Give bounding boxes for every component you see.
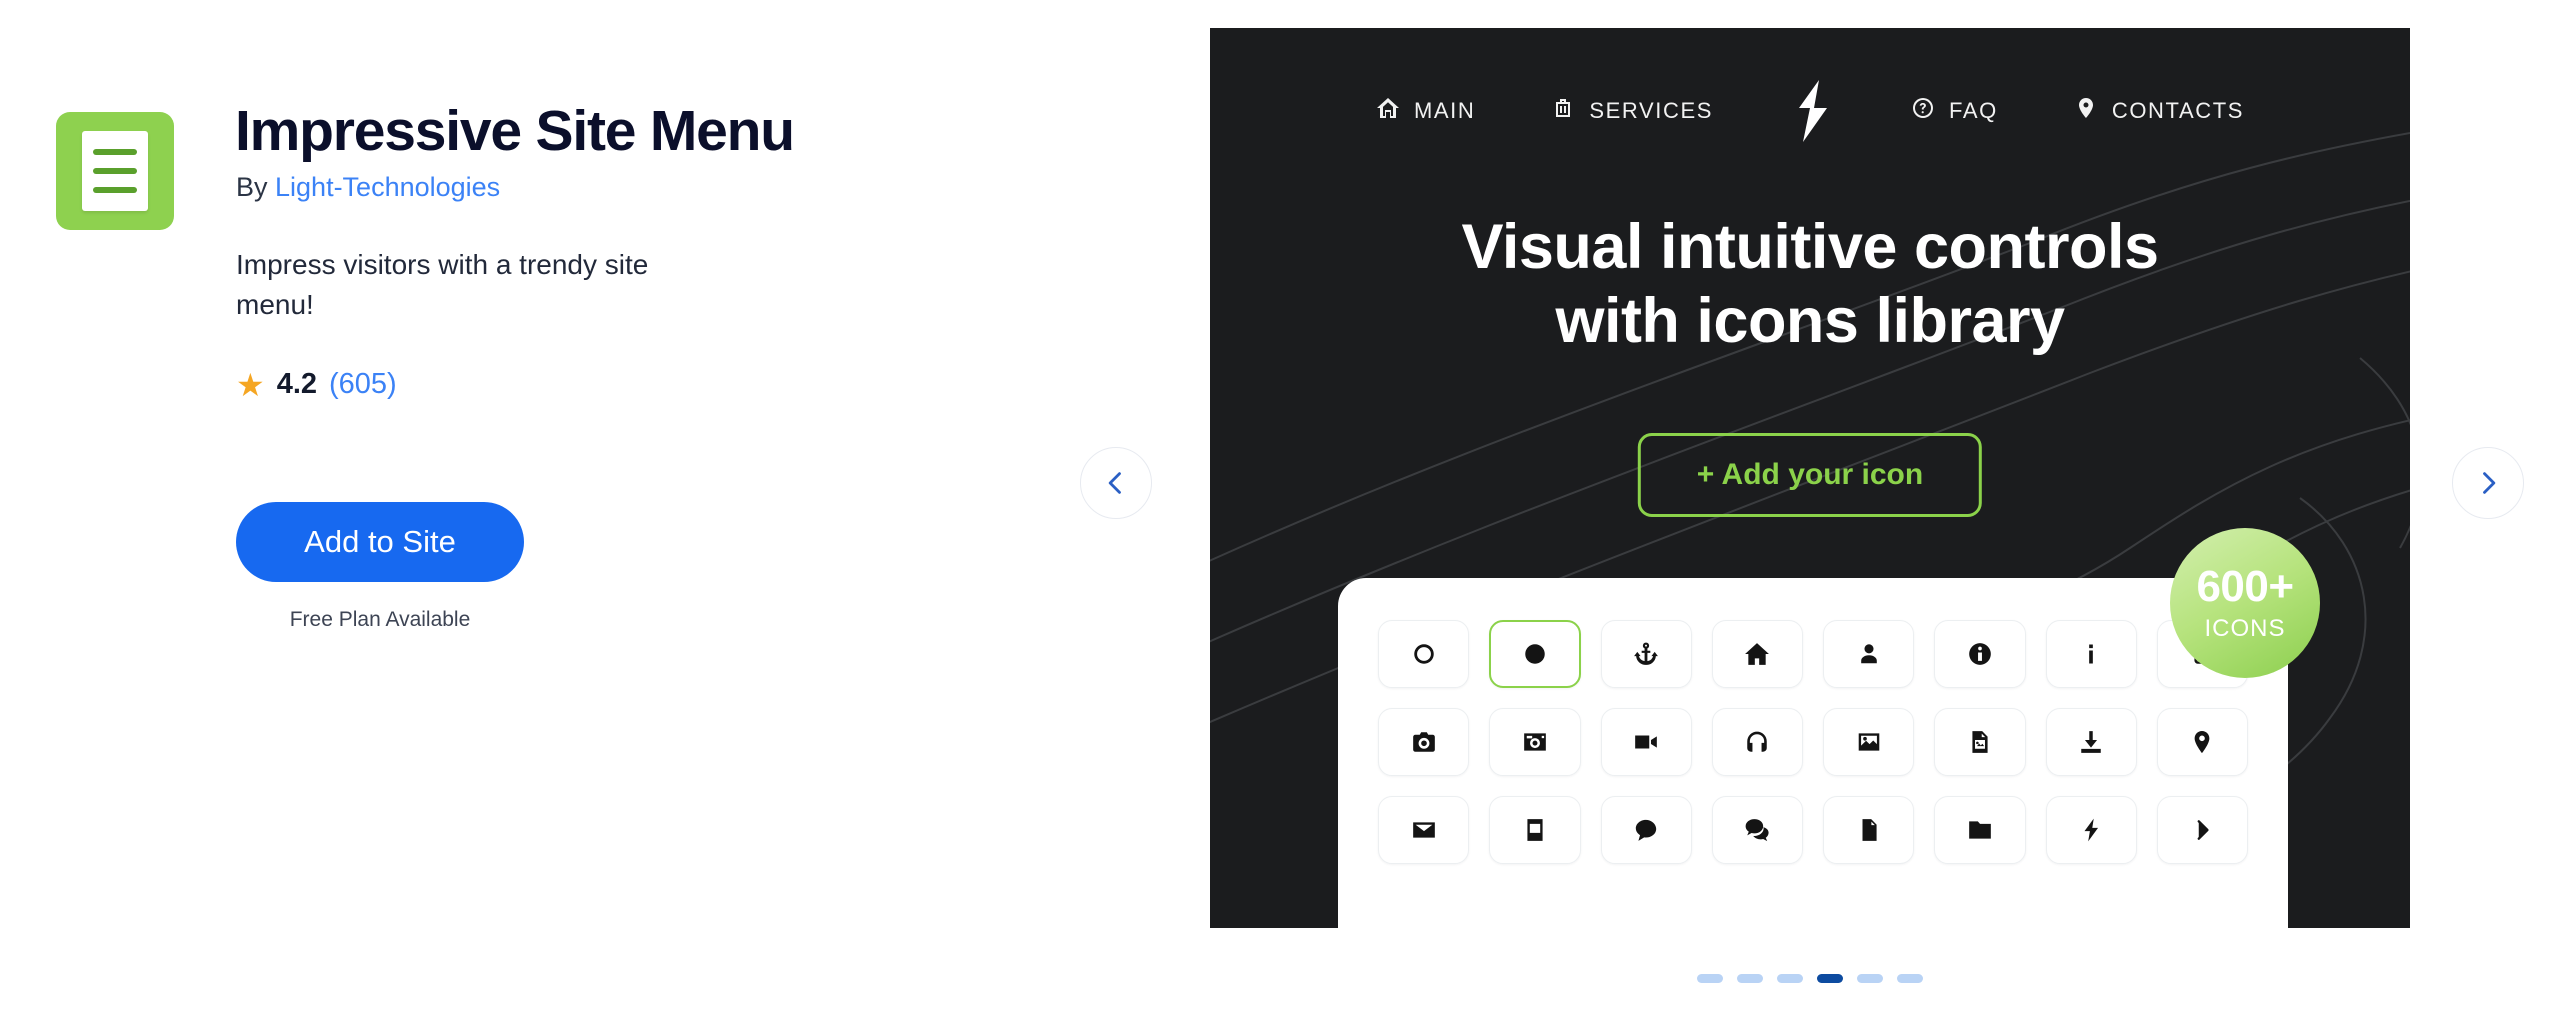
icon-grid	[1378, 620, 2248, 864]
image-file-icon	[1972, 731, 1988, 753]
home-icon	[1376, 96, 1400, 126]
chevron-left-icon	[1108, 472, 1121, 494]
icon-cell-comment-icon[interactable]	[1600, 796, 1692, 864]
carousel-pagination	[1210, 974, 2410, 983]
icon-library-panel	[1338, 578, 2288, 928]
icon-cell-info-letter-icon[interactable]	[2045, 620, 2137, 688]
icons-count-label: ICONS	[2204, 615, 2286, 642]
user-icon	[1860, 644, 1877, 664]
carousel-dot-6[interactable]	[1897, 974, 1923, 983]
info-circle-icon	[1969, 643, 1991, 665]
icon-cell-file-icon[interactable]	[1823, 796, 1915, 864]
icon-cell-download-icon[interactable]	[2045, 708, 2137, 776]
download-icon	[2081, 731, 2101, 753]
headphones-icon	[1747, 731, 1768, 752]
bolt-icon	[2084, 818, 2099, 842]
icon-cell-image-icon[interactable]	[1823, 708, 1915, 776]
promo-nav-label: CONTACTS	[2111, 98, 2245, 123]
camera-icon	[1412, 732, 1435, 752]
icon-cell-anchor-icon[interactable]	[1600, 620, 1692, 688]
star-icon: ★	[236, 366, 265, 403]
add-to-site-button[interactable]: Add to Site	[236, 502, 524, 582]
by-label: By	[236, 172, 276, 202]
icon-cell-camera-retro-icon[interactable]	[1489, 708, 1581, 776]
chevron-right-icon	[2483, 472, 2496, 494]
comment-icon	[1635, 819, 1657, 841]
file-icon	[1862, 819, 1877, 841]
promo-slide[interactable]: MAIN SERVICES FAQ CONTACTS Visual intuit…	[1210, 28, 2410, 928]
app-info-panel: Impressive Site Menu By Light-Technologi…	[0, 0, 1180, 1025]
carousel-dot-4[interactable]	[1817, 974, 1843, 983]
carousel-dot-5[interactable]	[1857, 974, 1883, 983]
rating-score: 4.2	[276, 368, 318, 400]
camera-retro-icon	[1524, 733, 1546, 751]
comments-icon	[1746, 819, 1769, 842]
question-circle-icon	[1911, 96, 1935, 126]
promo-nav-item-faq[interactable]: FAQ	[1911, 96, 1998, 126]
map-pin-icon	[2074, 96, 2098, 126]
vendor-link[interactable]: Light-Technologies	[275, 172, 500, 202]
icons-count-value: 600+	[2196, 562, 2294, 611]
carousel-dot-1[interactable]	[1697, 974, 1723, 983]
icon-cell-user-icon[interactable]	[1823, 620, 1915, 688]
app-byline: By Light-Technologies	[236, 172, 500, 203]
rating-row: ★ 4.2 (605)	[236, 368, 397, 401]
carousel-dot-2[interactable]	[1737, 974, 1763, 983]
reviews-count-link[interactable]: (605)	[329, 368, 397, 401]
icon-cell-bolt-icon[interactable]	[2045, 796, 2137, 864]
carousel-prev-button[interactable]	[1080, 447, 1152, 519]
promo-nav-label: SERVICES	[1589, 98, 1714, 123]
icon-cell-headphones-icon[interactable]	[1711, 708, 1803, 776]
icon-cell-camera-icon[interactable]	[1378, 708, 1470, 776]
promo-nav-item-main[interactable]: MAIN	[1376, 96, 1475, 126]
icon-cell-info-circle-icon[interactable]	[1934, 620, 2026, 688]
free-plan-note: Free Plan Available	[289, 608, 471, 631]
anchor-icon	[1634, 642, 1659, 665]
folder-icon	[1969, 821, 1991, 839]
promo-headline: Visual intuitive controls with icons lib…	[1210, 210, 2410, 359]
app-listing-page: Impressive Site Menu By Light-Technologi…	[0, 0, 2560, 1025]
app-description: Impress visitors with a trendy site menu…	[236, 249, 649, 320]
carousel-dot-3[interactable]	[1777, 974, 1803, 983]
image-icon	[1858, 733, 1879, 751]
video-camera-icon	[1635, 735, 1657, 749]
map-marker-icon	[2195, 730, 2210, 754]
envelope-icon	[1412, 822, 1435, 838]
chevron-right-icon	[2197, 820, 2209, 840]
promo-headline-line1: Visual intuitive controls	[1461, 212, 2160, 282]
briefcase-icon	[1551, 96, 1575, 126]
icon-cell-comments-icon[interactable]	[1711, 796, 1803, 864]
icon-cell-circle-filled-icon[interactable]	[1489, 620, 1581, 688]
add-your-icon-button[interactable]: + Add your icon	[1637, 433, 1983, 517]
circle-filled-icon	[1525, 644, 1545, 664]
icon-cell-circle-outline-icon[interactable]	[1378, 620, 1470, 688]
info-letter-icon	[2089, 644, 2093, 664]
icon-cell-video-camera-icon[interactable]	[1600, 708, 1692, 776]
bolt-logo-icon[interactable]	[1789, 80, 1835, 142]
promo-headline-line2: with icons library	[1555, 286, 2065, 357]
carousel-next-button[interactable]	[2452, 447, 2524, 519]
circle-outline-icon	[1413, 644, 1434, 664]
icons-count-badge: 600+ ICONS	[2170, 528, 2320, 678]
icon-cell-envelope-icon[interactable]	[1378, 796, 1470, 864]
inbox-icon	[1527, 819, 1543, 841]
icon-cell-home-icon[interactable]	[1711, 620, 1803, 688]
icon-cell-image-file-icon[interactable]	[1934, 708, 2026, 776]
icon-cell-inbox-icon[interactable]	[1489, 796, 1581, 864]
promo-nav-item-contacts[interactable]: CONTACTS	[2074, 96, 2244, 126]
home-icon	[1745, 643, 1770, 665]
app-logo	[56, 112, 174, 230]
promo-nav-label: MAIN	[1413, 98, 1476, 123]
page-title: Impressive Site Menu	[235, 99, 795, 163]
promo-nav: MAIN SERVICES FAQ CONTACTS	[1210, 80, 2410, 142]
hamburger-menu-document-icon	[82, 131, 148, 211]
icon-cell-map-marker-icon[interactable]	[2156, 708, 2248, 776]
promo-nav-label: FAQ	[1949, 98, 1998, 123]
promo-nav-item-services[interactable]: SERVICES	[1551, 96, 1713, 126]
icon-cell-chevron-right-icon[interactable]	[2156, 796, 2248, 864]
icon-cell-folder-icon[interactable]	[1934, 796, 2026, 864]
